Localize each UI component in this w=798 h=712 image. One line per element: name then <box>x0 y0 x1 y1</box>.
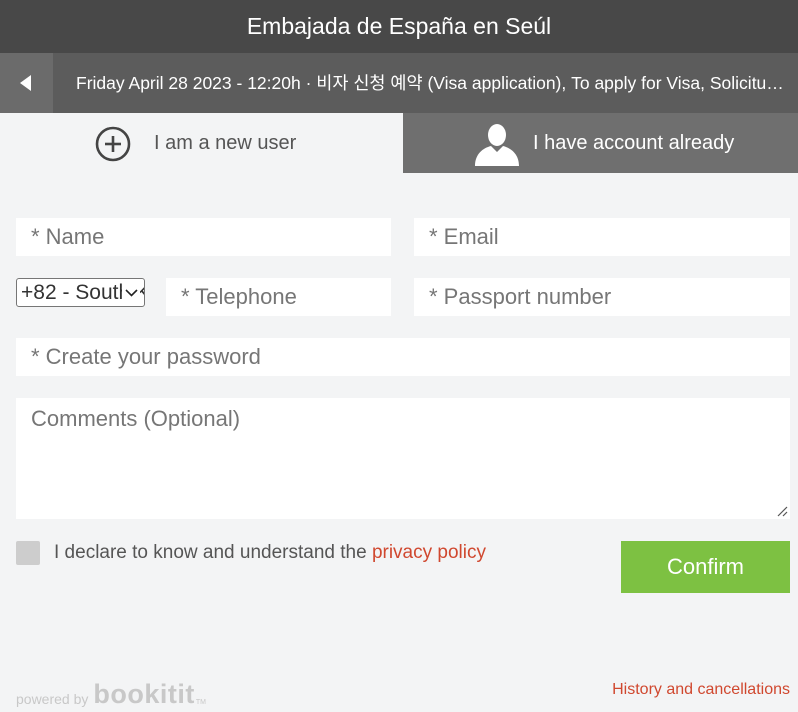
user-icon <box>475 124 519 166</box>
back-button[interactable] <box>0 53 53 113</box>
email-field[interactable] <box>414 218 790 256</box>
tab-new-user-label: I am a new user <box>154 132 297 154</box>
password-field[interactable] <box>16 338 790 376</box>
powered-by-text: powered by <box>16 691 89 707</box>
resize-grip-icon[interactable] <box>776 505 788 517</box>
add-circle-icon <box>95 126 131 162</box>
appointment-info-bar: Friday April 28 2023 - 12:20h · 비자 신청 예약… <box>0 53 798 113</box>
history-cancellations-link[interactable]: History and cancellations <box>612 681 790 699</box>
appointment-summary: Friday April 28 2023 - 12:20h · 비자 신청 예약… <box>76 73 788 93</box>
tab-existing-user[interactable]: I have account already <box>403 113 798 173</box>
tab-existing-user-label: I have account already <box>533 132 735 154</box>
powered-by-logo: powered by bookitit TM <box>16 679 206 710</box>
country-code-select[interactable]: +82 - South Korea <box>16 278 145 307</box>
privacy-policy-link[interactable]: privacy policy <box>372 542 486 563</box>
trademark-mark: TM <box>195 699 206 706</box>
confirm-button[interactable]: Confirm <box>621 541 790 593</box>
declaration-text: I declare to know and understand the <box>54 542 372 563</box>
telephone-field[interactable] <box>166 278 391 316</box>
privacy-declaration: I declare to know and understand the pri… <box>54 541 486 565</box>
chevron-down-icon <box>122 279 140 306</box>
tab-new-user[interactable]: I am a new user <box>0 113 403 173</box>
back-arrow-icon <box>19 75 31 91</box>
name-field[interactable] <box>16 218 391 256</box>
bookitit-brand: bookitit <box>93 679 195 709</box>
header-title: Embajada de España en Seúl <box>246 13 552 39</box>
comments-field[interactable] <box>16 398 790 519</box>
page-header: Embajada de España en Seúl <box>0 0 798 53</box>
passport-field[interactable] <box>414 278 790 316</box>
user-tabs: I am a new user I have account already <box>0 113 798 173</box>
privacy-checkbox[interactable] <box>16 541 40 565</box>
